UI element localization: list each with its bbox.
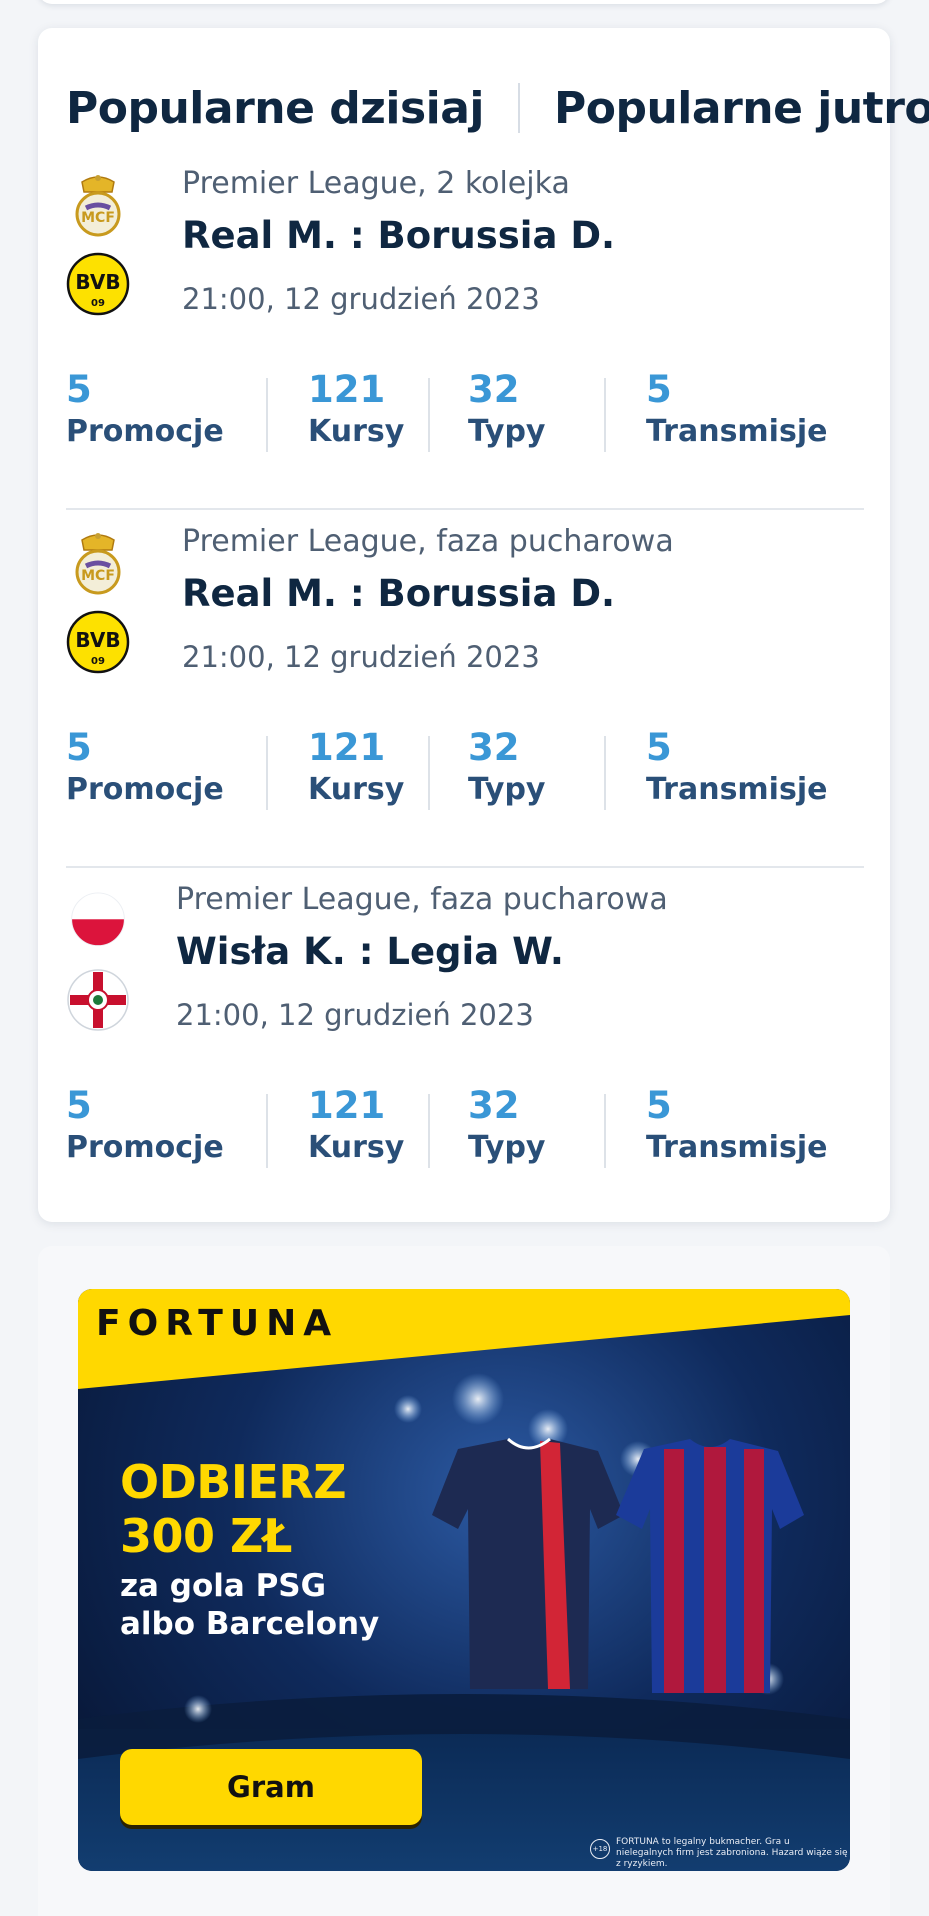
stat-value: 32: [468, 726, 520, 769]
stat-odds[interactable]: 121 Kursy: [308, 1086, 404, 1170]
stat-separator: [266, 1094, 268, 1168]
match-item[interactable]: MCF BVB 09 Premier League, faza pucharow…: [66, 524, 864, 882]
svg-text:MCF: MCF: [81, 210, 115, 226]
stat-separator: [428, 378, 430, 452]
bvb-crest-icon: BVB 09: [66, 252, 130, 316]
stat-streams[interactable]: 5 Transmisje: [646, 370, 827, 454]
stat-label: Kursy: [308, 414, 405, 449]
stat-label: Transmisje: [646, 1130, 828, 1165]
gram-button[interactable]: Gram: [120, 1749, 422, 1825]
stat-label: Promocje: [66, 414, 224, 449]
stat-tips[interactable]: 32 Typy: [468, 370, 546, 454]
age-restriction-badge: +18: [590, 1839, 610, 1859]
stat-label: Typy: [468, 772, 546, 807]
tab-popular-today[interactable]: Popularne dzisiaj: [66, 83, 485, 134]
stat-separator: [604, 378, 606, 452]
league-name: Premier League, 2 kolejka: [182, 166, 570, 201]
stat-value: 5: [646, 368, 672, 411]
promo-headline-line: ODBIERZ: [120, 1455, 347, 1509]
match-teams[interactable]: Wisła K. : Legia W.: [176, 930, 564, 973]
stat-tips[interactable]: 32 Typy: [468, 728, 546, 812]
popular-matches-card: Popularne dzisiaj Popularne jutro MCF BV…: [38, 28, 929, 1222]
match-stats: 5 Promocje 121 Kursy 32 Typy 5 Transmisj…: [66, 728, 864, 810]
tab-separator: [518, 83, 520, 133]
stat-value: 121: [308, 368, 386, 411]
stat-streams[interactable]: 5 Transmisje: [646, 728, 827, 812]
promo-subline-line: albo Barcelony: [120, 1606, 380, 1642]
real-madrid-crest-icon: MCF: [75, 533, 121, 595]
league-name: Premier League, faza pucharowa: [176, 882, 668, 917]
promo-card: FORTUNA ODBIERZ 300 ZŁ za gola PSG albo …: [38, 1246, 890, 1916]
stat-streams[interactable]: 5 Transmisje: [646, 1086, 827, 1170]
svg-text:BVB: BVB: [75, 628, 120, 652]
psg-shirt-icon: [432, 1437, 624, 1689]
real-madrid-crest-icon: MCF: [75, 175, 121, 237]
match-datetime: 21:00, 12 grudzień 2023: [182, 640, 540, 674]
match-datetime: 21:00, 12 grudzień 2023: [176, 998, 534, 1032]
stat-value: 5: [66, 368, 92, 411]
stat-tips[interactable]: 32 Typy: [468, 1086, 546, 1170]
stat-separator: [428, 736, 430, 810]
stat-separator: [266, 378, 268, 452]
stat-value: 5: [66, 726, 92, 769]
stat-promotions[interactable]: 5 Promocje: [66, 728, 224, 812]
stat-value: 5: [646, 726, 672, 769]
stat-odds[interactable]: 121 Kursy: [308, 370, 404, 454]
fortuna-promo-banner[interactable]: FORTUNA ODBIERZ 300 ZŁ za gola PSG albo …: [78, 1289, 850, 1871]
match-teams[interactable]: Real M. : Borussia D.: [182, 572, 615, 615]
stat-separator: [604, 736, 606, 810]
tab-popular-tomorrow[interactable]: Popularne jutro: [554, 83, 929, 134]
match-item[interactable]: Premier League, faza pucharowa Wisła K. …: [66, 882, 864, 1240]
stat-label: Promocje: [66, 772, 224, 807]
poland-flag-icon: [71, 892, 125, 947]
legal-disclaimer: FORTUNA to legalny bukmacher. Gra u niel…: [616, 1837, 848, 1869]
match-item[interactable]: MCF BVB 09 Premier League, 2 kolejka Rea…: [66, 166, 864, 524]
match-stats: 5 Promocje 121 Kursy 32 Typy 5 Transmisj…: [66, 1086, 864, 1168]
previous-card-edge: [38, 0, 890, 4]
stat-promotions[interactable]: 5 Promocje: [66, 370, 224, 454]
stat-label: Promocje: [66, 1130, 224, 1165]
stat-label: Kursy: [308, 772, 405, 807]
svg-text:09: 09: [91, 298, 105, 309]
stat-label: Typy: [468, 1130, 546, 1165]
bvb-crest-icon: BVB 09: [66, 610, 130, 674]
stat-value: 121: [308, 1084, 386, 1127]
stat-separator: [266, 736, 268, 810]
stat-separator: [604, 1094, 606, 1168]
promo-subline-line: za gola PSG: [120, 1568, 327, 1604]
stat-value: 5: [646, 1084, 672, 1127]
barcelona-shirt-icon: [616, 1439, 804, 1693]
match-divider: [66, 866, 864, 868]
stat-value: 32: [468, 368, 520, 411]
promo-headline: ODBIERZ 300 ZŁ: [120, 1455, 420, 1563]
match-stats: 5 Promocje 121 Kursy 32 Typy 5 Transmisj…: [66, 370, 864, 452]
match-teams[interactable]: Real M. : Borussia D.: [182, 214, 615, 257]
stat-label: Transmisje: [646, 414, 828, 449]
svg-text:BVB: BVB: [75, 270, 120, 294]
stat-odds[interactable]: 121 Kursy: [308, 728, 404, 812]
svg-text:MCF: MCF: [81, 568, 115, 584]
promo-headline-line: 300 ZŁ: [120, 1509, 292, 1563]
stat-value: 5: [66, 1084, 92, 1127]
stat-value: 121: [308, 726, 386, 769]
cross-crest-icon: [67, 969, 129, 1031]
tab-bar: Popularne dzisiaj Popularne jutro: [66, 72, 929, 144]
stat-label: Transmisje: [646, 772, 828, 807]
stat-value: 32: [468, 1084, 520, 1127]
league-name: Premier League, faza pucharowa: [182, 524, 674, 559]
stat-separator: [428, 1094, 430, 1168]
match-datetime: 21:00, 12 grudzień 2023: [182, 282, 540, 316]
promo-subline: za gola PSG albo Barcelony: [120, 1567, 420, 1643]
stat-label: Kursy: [308, 1130, 405, 1165]
fortuna-logo: FORTUNA: [96, 1303, 339, 1344]
stat-label: Typy: [468, 414, 546, 449]
svg-text:09: 09: [91, 656, 105, 667]
stat-promotions[interactable]: 5 Promocje: [66, 1086, 224, 1170]
match-divider: [66, 508, 864, 510]
